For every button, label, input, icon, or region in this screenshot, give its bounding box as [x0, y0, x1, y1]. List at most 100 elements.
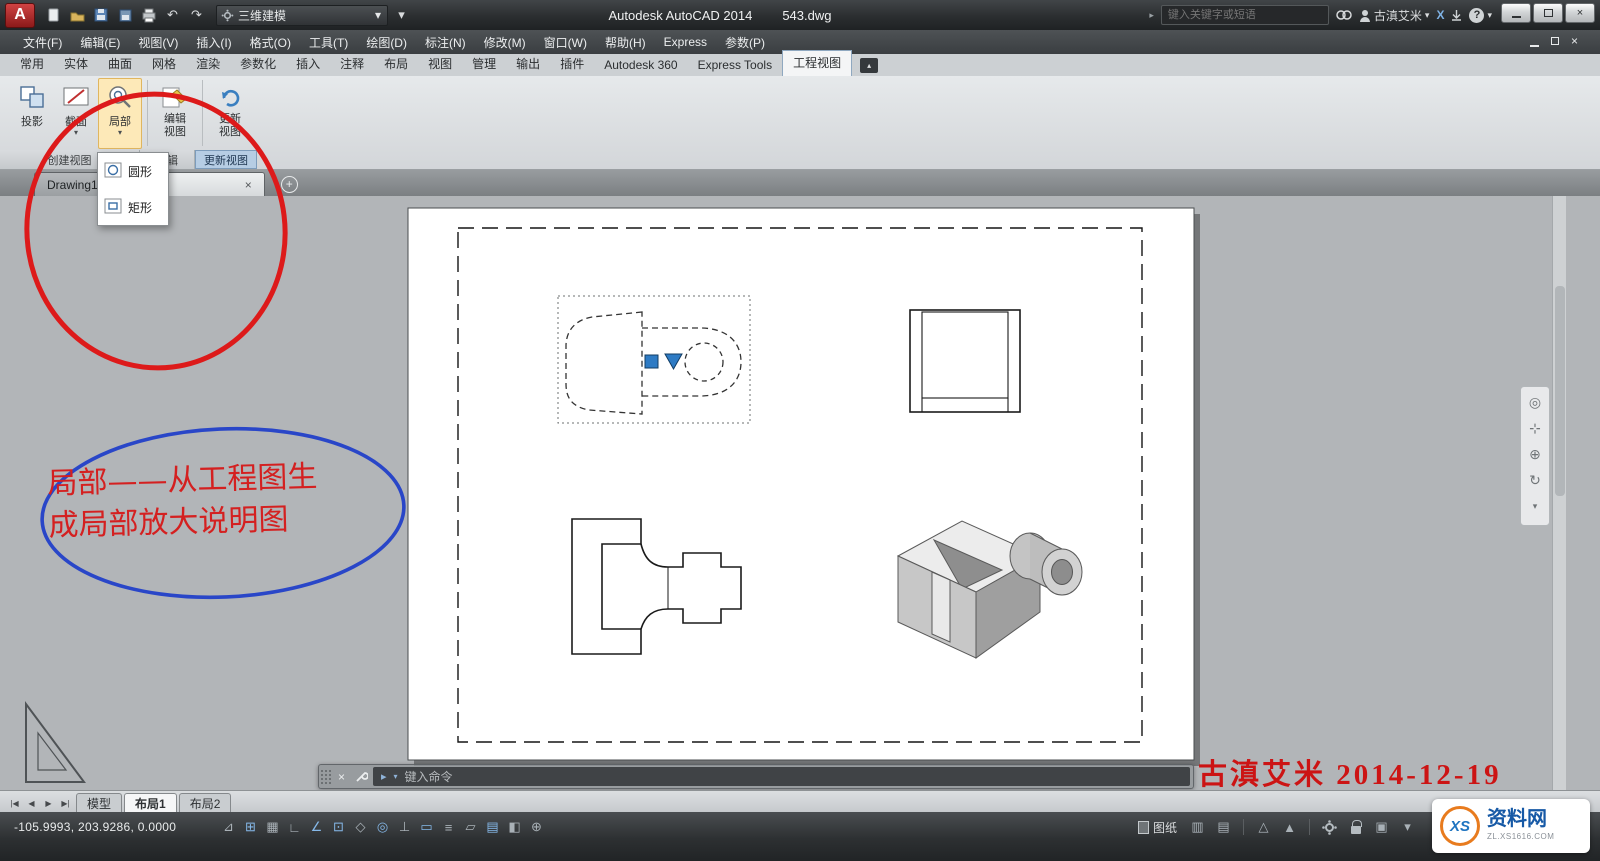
hardware-accel-icon[interactable]: ▣: [1371, 817, 1392, 837]
save-as-icon[interactable]: [113, 4, 136, 26]
ortho-icon[interactable]: ∟: [284, 817, 305, 837]
tab-solid[interactable]: 实体: [54, 52, 98, 76]
menu-draw[interactable]: 绘图(D): [357, 30, 416, 55]
canvas-scrollbar[interactable]: [1552, 196, 1566, 790]
first-layout-icon[interactable]: |◀: [6, 795, 23, 812]
osnap-icon[interactable]: ⊡: [328, 817, 349, 837]
menu-help[interactable]: 帮助(H): [596, 30, 655, 55]
redo-icon[interactable]: ↷: [185, 4, 208, 26]
command-line[interactable]: × ▸ ▾ 键入命令: [318, 764, 1194, 789]
projection-view-button[interactable]: 投影: [10, 78, 54, 149]
navbar-menu-icon[interactable]: ▾: [1523, 494, 1547, 518]
save-icon[interactable]: [89, 4, 112, 26]
edit-view-button[interactable]: 编辑视图: [153, 78, 197, 149]
command-input[interactable]: ▸ ▾ 键入命令: [373, 767, 1190, 786]
panel-label-update-views[interactable]: 更新视图: [195, 150, 257, 169]
command-history-caret-icon[interactable]: ▾: [394, 772, 398, 781]
section-view-button[interactable]: 截面 ▾: [54, 78, 98, 149]
tab-close-icon[interactable]: ×: [245, 178, 252, 192]
lock-ui-icon[interactable]: [1345, 817, 1366, 837]
snap-icon[interactable]: ⊞: [240, 817, 261, 837]
menu-dimension[interactable]: 标注(N): [416, 30, 475, 55]
open-file-icon[interactable]: [65, 4, 88, 26]
tab-model[interactable]: 模型: [76, 793, 122, 812]
workspace-switcher[interactable]: 三维建模 ▾: [216, 5, 388, 26]
tab-view[interactable]: 视图: [418, 52, 462, 76]
tab-home[interactable]: 常用: [10, 52, 54, 76]
steering-wheel-icon[interactable]: ◎: [1523, 390, 1547, 414]
doc-close-icon[interactable]: ×: [1571, 34, 1578, 48]
tab-surface[interactable]: 曲面: [98, 52, 142, 76]
view-front[interactable]: [910, 310, 1020, 412]
tab-layout1[interactable]: 布局1: [124, 793, 177, 812]
exchange-apps-icon[interactable]: X: [1436, 8, 1444, 22]
paper-space-button[interactable]: 图纸: [1133, 817, 1182, 838]
tab-render[interactable]: 渲染: [186, 52, 230, 76]
tab-plugins[interactable]: 插件: [550, 52, 594, 76]
zoom-icon[interactable]: ⊕: [1523, 442, 1547, 466]
help-icon[interactable]: ? ▾: [1469, 8, 1492, 23]
dynamic-input-icon[interactable]: ▭: [416, 817, 437, 837]
autocad-app-menu-button[interactable]: A: [5, 3, 35, 28]
transparency-icon[interactable]: ▱: [460, 817, 481, 837]
new-tab-icon[interactable]: +: [281, 176, 298, 193]
command-line-grip[interactable]: [320, 769, 331, 784]
menu-item-rectangular[interactable]: 矩形: [98, 189, 168, 225]
maximize-button[interactable]: [1533, 3, 1563, 23]
prev-layout-icon[interactable]: ◀: [23, 795, 40, 812]
scrollbar-thumb[interactable]: [1555, 286, 1565, 496]
pan-icon[interactable]: ⊹: [1523, 416, 1547, 440]
tab-output[interactable]: 输出: [506, 52, 550, 76]
tab-mesh[interactable]: 网格: [142, 52, 186, 76]
search-input[interactable]: [1161, 5, 1329, 25]
tab-autodesk360[interactable]: Autodesk 360: [594, 55, 687, 76]
selection-cycling-icon[interactable]: ◧: [504, 817, 525, 837]
menu-express[interactable]: Express: [655, 31, 716, 53]
tab-layout[interactable]: 布局: [374, 52, 418, 76]
menu-modify[interactable]: 修改(M): [475, 30, 535, 55]
menu-edit[interactable]: 编辑(E): [71, 30, 129, 55]
next-layout-icon[interactable]: ▶: [40, 795, 57, 812]
tab-manage[interactable]: 管理: [462, 52, 506, 76]
menu-file[interactable]: 文件(F): [14, 30, 71, 55]
tab-drafting-views[interactable]: 工程视图: [782, 50, 852, 76]
menu-tools[interactable]: 工具(T): [300, 30, 357, 55]
command-close-icon[interactable]: ×: [332, 765, 351, 788]
signin-user[interactable]: 古滇艾米 ▾: [1359, 7, 1430, 24]
view-grip-square[interactable]: [645, 355, 658, 368]
command-customize-wrench-icon[interactable]: [351, 765, 370, 788]
doc-restore-icon[interactable]: [1551, 37, 1559, 45]
status-menu-caret-icon[interactable]: ▾: [1397, 817, 1418, 837]
menu-format[interactable]: 格式(O): [241, 30, 300, 55]
tab-express-tools[interactable]: Express Tools: [688, 55, 782, 76]
plot-icon[interactable]: [137, 4, 160, 26]
lineweight-icon[interactable]: ≡: [438, 817, 459, 837]
qat-more-icon[interactable]: ▾: [390, 4, 413, 26]
menu-view[interactable]: 视图(V): [129, 30, 187, 55]
tab-layout2[interactable]: 布局2: [179, 793, 232, 812]
search-expand-icon[interactable]: ▸: [1149, 10, 1154, 21]
new-file-icon[interactable]: [41, 4, 64, 26]
menu-insert[interactable]: 插入(I): [187, 30, 240, 55]
orbit-icon[interactable]: ↻: [1523, 468, 1547, 492]
grid-icon[interactable]: ▦: [262, 817, 283, 837]
quick-properties-icon[interactable]: ▤: [482, 817, 503, 837]
ribbon-minimize-icon[interactable]: ▴: [860, 58, 878, 73]
infer-constraints-icon[interactable]: ⊿: [218, 817, 239, 837]
update-view-button[interactable]: 更新视图: [208, 78, 252, 149]
close-button[interactable]: ×: [1565, 3, 1595, 23]
polar-tracking-icon[interactable]: ∠: [306, 817, 327, 837]
minimize-button[interactable]: [1501, 3, 1531, 23]
undo-icon[interactable]: ↶: [161, 4, 184, 26]
doc-minimize-icon[interactable]: [1530, 45, 1539, 47]
quick-view-layouts-icon[interactable]: ▥: [1187, 817, 1208, 837]
detail-view-button[interactable]: 局部 ▾: [98, 78, 142, 149]
last-layout-icon[interactable]: ▶|: [57, 795, 74, 812]
menu-parametric[interactable]: 参数(P): [716, 30, 774, 55]
tab-insert[interactable]: 插入: [286, 52, 330, 76]
search-binoculars-icon[interactable]: [1336, 9, 1352, 21]
osnap-3d-icon[interactable]: ◇: [350, 817, 371, 837]
quick-view-drawings-icon[interactable]: ▤: [1213, 817, 1234, 837]
annotation-autoscale-icon[interactable]: ▲: [1279, 817, 1300, 837]
otrack-icon[interactable]: ◎: [372, 817, 393, 837]
